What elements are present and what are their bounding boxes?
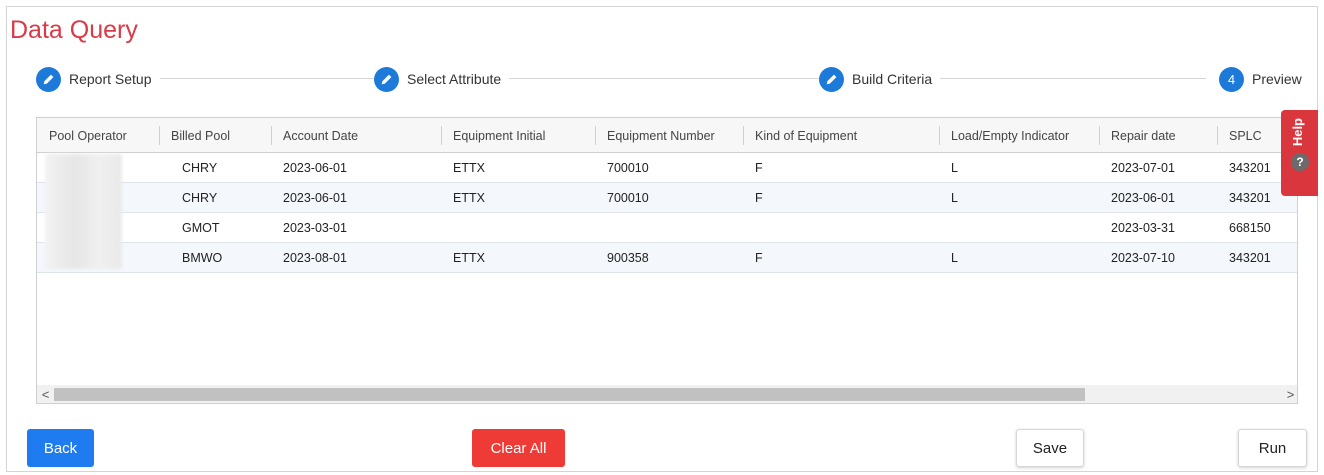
preview-table: Pool Operator Billed Pool Account Date E…	[36, 117, 1298, 404]
cell-billed-pool: BMWO	[182, 250, 223, 265]
save-button[interactable]: Save	[1016, 429, 1084, 467]
column-header-account-date[interactable]: Account Date	[271, 118, 358, 153]
cell-account-date: 2023-06-01	[283, 190, 347, 205]
column-header-equipment-number[interactable]: Equipment Number	[595, 118, 715, 153]
cell-kind-of-equipment: F	[755, 160, 763, 175]
step-select-attribute[interactable]: Select Attribute	[374, 64, 510, 94]
cell-repair-date: 2023-07-01	[1111, 160, 1175, 175]
cell-repair-date: 2023-03-31	[1111, 220, 1175, 235]
column-header-load-empty-indicator[interactable]: Load/Empty Indicator	[939, 118, 1069, 153]
cell-equipment-initial	[441, 213, 453, 242]
cell-billed-pool: CHRY	[182, 190, 218, 205]
cell-splc: 343201	[1229, 190, 1271, 205]
cell-splc: 343201	[1229, 250, 1271, 265]
cell-account-date: 2023-03-01	[283, 220, 347, 235]
step-report-setup[interactable]: Report Setup	[36, 64, 160, 94]
pencil-icon	[36, 66, 61, 92]
table-row[interactable]: BMWO 2023-08-01 ETTX 900358 F L 2023-07-…	[37, 243, 1297, 273]
cell-equipment-number: 700010	[607, 190, 649, 205]
horizontal-scrollbar[interactable]: < >	[37, 385, 1297, 403]
cell-equipment-initial: ETTX	[453, 190, 485, 205]
cell-account-date: 2023-08-01	[283, 250, 347, 265]
run-button[interactable]: Run	[1238, 429, 1307, 467]
step-number-badge: 4	[1219, 66, 1244, 92]
step-label: Report Setup	[69, 71, 152, 87]
step-preview[interactable]: 4 Preview	[1211, 64, 1310, 94]
cell-splc: 668150	[1229, 220, 1271, 235]
cell-equipment-number: 900358	[607, 250, 649, 265]
column-header-pool-operator[interactable]: Pool Operator	[37, 118, 127, 153]
step-connector	[936, 78, 1206, 79]
column-header-splc[interactable]: SPLC	[1217, 118, 1262, 153]
scroll-right-arrow-icon[interactable]: >	[1282, 385, 1297, 403]
step-label: Build Criteria	[852, 71, 933, 87]
wizard-stepper: Report Setup Select Attribute Build Crit…	[36, 64, 1310, 94]
redacted-pool-operator	[45, 154, 122, 269]
back-button[interactable]: Back	[27, 429, 94, 467]
cell-load-empty-indicator: L	[951, 160, 958, 175]
scroll-left-arrow-icon[interactable]: <	[37, 385, 54, 403]
step-label: Preview	[1252, 71, 1302, 87]
cell-kind-of-equipment	[743, 213, 755, 242]
cell-load-empty-indicator: L	[951, 250, 958, 265]
cell-load-empty-indicator	[939, 213, 951, 242]
pencil-icon	[374, 66, 399, 92]
column-header-kind-of-equipment[interactable]: Kind of Equipment	[743, 118, 857, 153]
help-label: Help	[1290, 118, 1305, 147]
column-header-equipment-initial[interactable]: Equipment Initial	[441, 118, 545, 153]
question-icon: ?	[1291, 153, 1309, 171]
cell-equipment-initial: ETTX	[453, 250, 485, 265]
step-connector	[502, 78, 826, 79]
cell-load-empty-indicator: L	[951, 190, 958, 205]
cell-equipment-number	[595, 213, 607, 242]
cell-billed-pool: CHRY	[182, 160, 218, 175]
cell-equipment-initial: ETTX	[453, 160, 485, 175]
cell-repair-date: 2023-06-01	[1111, 190, 1175, 205]
clear-all-button[interactable]: Clear All	[472, 429, 565, 467]
cell-billed-pool: GMOT	[182, 220, 220, 235]
help-tab[interactable]: Help ?	[1281, 110, 1318, 196]
cell-equipment-number: 700010	[607, 160, 649, 175]
cell-splc: 343201	[1229, 160, 1271, 175]
step-connector	[156, 78, 374, 79]
table-row[interactable]: GMOT 2023-03-01 2023-03-31 668150	[37, 213, 1297, 243]
column-header-repair-date[interactable]: Repair date	[1099, 118, 1176, 153]
table-header: Pool Operator Billed Pool Account Date E…	[37, 118, 1297, 153]
step-build-criteria[interactable]: Build Criteria	[819, 64, 941, 94]
table-row[interactable]: CHRY 2023-06-01 ETTX 700010 F L 2023-06-…	[37, 183, 1297, 213]
cell-kind-of-equipment: F	[755, 190, 763, 205]
pencil-icon	[819, 66, 844, 92]
step-label: Select Attribute	[407, 71, 502, 87]
table-row[interactable]: CHRY 2023-06-01 ETTX 700010 F L 2023-07-…	[37, 153, 1297, 183]
scrollbar-thumb[interactable]	[54, 388, 1085, 401]
page-title: Data Query	[10, 16, 138, 44]
column-header-billed-pool[interactable]: Billed Pool	[159, 118, 230, 153]
cell-account-date: 2023-06-01	[283, 160, 347, 175]
cell-repair-date: 2023-07-10	[1111, 250, 1175, 265]
cell-kind-of-equipment: F	[755, 250, 763, 265]
